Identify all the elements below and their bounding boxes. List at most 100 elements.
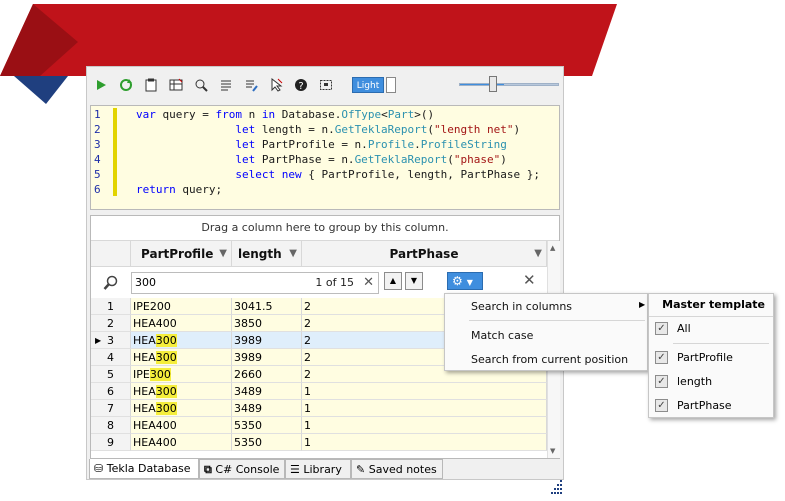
checkbox-length[interactable]: ✓	[655, 375, 668, 388]
search-options-button[interactable]: ⚙ ▼	[447, 272, 483, 290]
cell-partprofile[interactable]: HEA300	[131, 383, 232, 400]
clear-search-icon[interactable]: ✕	[363, 273, 374, 293]
menu-item-match-case[interactable]: Match case	[471, 329, 533, 342]
cell-length[interactable]: 3989	[232, 332, 302, 349]
tab-label: Tekla Database	[106, 462, 191, 475]
cell-partprofile[interactable]: HEA400	[131, 434, 232, 451]
search-highlight: 300	[155, 334, 177, 347]
cell-text: HEA400	[133, 436, 177, 449]
screenshot-icon[interactable]	[318, 77, 334, 93]
cell-length[interactable]: 5350	[232, 417, 302, 434]
cell-partprofile[interactable]: HEA300	[131, 400, 232, 417]
code-line-1: var query = from n in Database.OfType<Pa…	[136, 108, 435, 121]
cell-length[interactable]: 2660	[232, 366, 302, 383]
cell-length[interactable]: 5350	[232, 434, 302, 451]
cell-length[interactable]: 3850	[232, 315, 302, 332]
filter-icon[interactable]: ▼	[534, 241, 542, 267]
filter-icon[interactable]: ▼	[219, 241, 227, 267]
column-header-partprofile[interactable]: PartProfile ▼	[131, 241, 232, 267]
theme-toggle-box[interactable]	[386, 77, 396, 93]
cell-partprofile[interactable]: IPE300	[131, 366, 232, 383]
cell-length[interactable]: 3041.5	[232, 298, 302, 315]
list-icon[interactable]	[218, 77, 234, 93]
zoom-slider-thumb[interactable]	[489, 76, 497, 92]
close-search-icon[interactable]: ✕	[523, 271, 536, 289]
zoom-slider[interactable]	[459, 83, 559, 86]
refresh-icon[interactable]	[118, 77, 134, 93]
list-edit-icon[interactable]	[243, 77, 259, 93]
library-icon: ☰	[290, 463, 300, 476]
tab-library[interactable]: ☰ Library	[285, 459, 351, 479]
clipboard-icon[interactable]	[143, 77, 159, 93]
submenu-title: Master template	[662, 298, 765, 311]
row-number: 9	[107, 436, 114, 449]
previous-match-button[interactable]: ▲	[384, 272, 402, 290]
cell-partprofile[interactable]: HEA300	[131, 349, 232, 366]
line-number: 2	[94, 123, 101, 136]
search-columns-submenu: Master template ✓ All ✓ PartProfile ✓ le…	[648, 293, 774, 418]
column-header-label: PartPhase	[389, 247, 459, 261]
filter-icon[interactable]: ▼	[289, 241, 297, 267]
cell-partprofile[interactable]: HEA300	[131, 332, 232, 349]
chevron-down-icon: ▼	[466, 278, 473, 287]
row-index: 2	[91, 315, 131, 332]
column-header-length[interactable]: length ▼	[232, 241, 302, 267]
checkbox-partprofile[interactable]: ✓	[655, 351, 668, 364]
database-icon: ⛁	[94, 462, 104, 475]
checkbox-partphase[interactable]: ✓	[655, 399, 668, 412]
search-input[interactable]: 300 1 of 15 ✕	[131, 272, 379, 294]
table-icon[interactable]	[168, 77, 184, 93]
code-line-5: select new { PartProfile, length, PartPh…	[235, 168, 541, 181]
column-header-partphase[interactable]: PartPhase ▼	[302, 241, 547, 267]
cell-partphase[interactable]: 1	[302, 400, 547, 417]
table-row[interactable]: 7 HEA300 3489 1	[91, 400, 547, 417]
gear-icon: ⚙	[452, 274, 463, 288]
option-length[interactable]: length	[677, 375, 712, 388]
cell-length[interactable]: 3989	[232, 349, 302, 366]
cell-partphase[interactable]: 1	[302, 417, 547, 434]
column-header-label: PartProfile	[141, 247, 214, 261]
theme-light-button[interactable]: Light	[352, 77, 384, 93]
menu-separator	[673, 343, 769, 344]
tab-saved-notes[interactable]: ✎ Saved notes	[351, 459, 443, 479]
code-editor[interactable]: 1 2 3 4 5 6 var query = from n in Databa…	[90, 105, 560, 210]
checkbox-all[interactable]: ✓	[655, 322, 668, 335]
resize-grip-icon[interactable]	[548, 480, 564, 494]
cell-partphase[interactable]: 1	[302, 434, 547, 451]
search-highlight: 300	[149, 368, 171, 381]
row-number: 6	[107, 385, 114, 398]
option-partphase[interactable]: PartPhase	[677, 399, 732, 412]
scroll-down-icon[interactable]: ▼	[550, 447, 555, 455]
pointer-icon[interactable]	[268, 77, 284, 93]
table-row[interactable]: 8 HEA400 5350 1	[91, 417, 547, 434]
line-number: 5	[94, 168, 101, 181]
search-icon	[103, 275, 119, 294]
search-highlight: 300	[155, 402, 177, 415]
cell-partprofile[interactable]: IPE200	[131, 298, 232, 315]
tab-csharp-console[interactable]: ⧉ C# Console	[199, 459, 285, 479]
pencil-icon: ✎	[356, 463, 366, 476]
scroll-up-icon[interactable]: ▲	[550, 244, 555, 252]
cell-partprofile[interactable]: HEA400	[131, 315, 232, 332]
banner-navy-triangle	[14, 76, 68, 104]
menu-item-search-from-current[interactable]: Search from current position	[471, 353, 628, 366]
menu-item-search-in-columns[interactable]: Search in columns	[471, 300, 572, 313]
zoom-slider-fill	[460, 84, 505, 85]
menu-separator	[649, 316, 773, 317]
table-row[interactable]: 9 HEA400 5350 1	[91, 434, 547, 451]
run-icon[interactable]	[93, 77, 109, 93]
cell-partprofile[interactable]: HEA400	[131, 417, 232, 434]
cell-text: HEA	[133, 402, 156, 415]
option-partprofile[interactable]: PartProfile	[677, 351, 733, 364]
option-all[interactable]: All	[677, 322, 691, 335]
search-value: 300	[135, 276, 156, 289]
cell-length[interactable]: 3489	[232, 400, 302, 417]
tab-tekla-database[interactable]: ⛁ Tekla Database	[89, 459, 199, 479]
find-icon[interactable]	[193, 77, 209, 93]
cell-length[interactable]: 3489	[232, 383, 302, 400]
table-row[interactable]: 6 HEA300 3489 1	[91, 383, 547, 400]
next-match-button[interactable]: ▼	[405, 272, 423, 290]
cell-partphase[interactable]: 1	[302, 383, 547, 400]
search-highlight: 300	[155, 351, 177, 364]
help-icon[interactable]: ?	[293, 77, 309, 93]
